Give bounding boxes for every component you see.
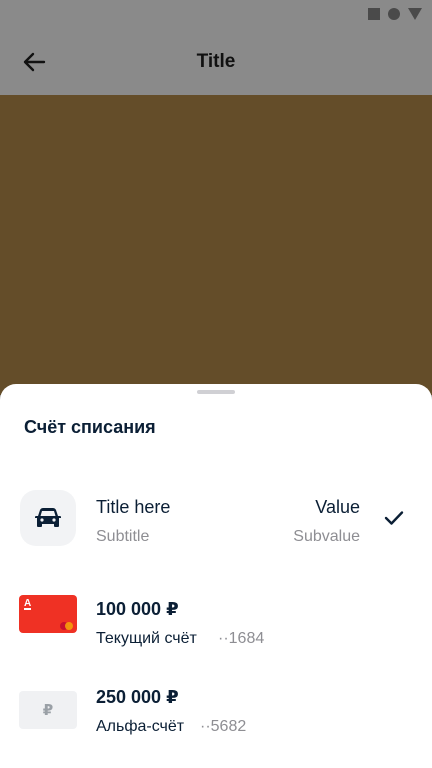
triangle-icon	[408, 8, 422, 20]
app-bar: Title	[0, 30, 432, 95]
item-title: Title here	[96, 497, 171, 517]
status-icons	[368, 8, 422, 20]
content-area	[0, 95, 432, 395]
account-name: Альфа-счёт	[96, 718, 185, 735]
item-subvalue: Subvalue	[293, 528, 360, 545]
car-icon-container	[20, 490, 76, 546]
square-icon	[368, 8, 380, 20]
item-value: Value	[315, 497, 360, 517]
account-amount: 250 000 ₽	[96, 687, 179, 707]
bottom-sheet: Счёт списания Title here Subtitle Value …	[0, 384, 432, 768]
car-icon	[35, 508, 61, 527]
checkmark-icon	[384, 511, 404, 525]
account-number: ··1684	[218, 630, 265, 647]
circle-icon	[388, 8, 400, 20]
account-number: ··5682	[200, 718, 247, 735]
account-name: Текущий счёт	[96, 630, 197, 647]
list-item-title-here[interactable]: Title here Subtitle Value Subvalue	[0, 488, 432, 552]
item-subtitle: Subtitle	[96, 528, 150, 545]
sheet-title: Счёт списания	[24, 417, 156, 437]
ruble-icon: ₽	[19, 691, 77, 729]
account-amount: 100 000 ₽	[96, 599, 179, 619]
status-bar	[0, 0, 432, 30]
alfa-card-icon: A	[19, 595, 77, 633]
sheet-grabber[interactable]	[197, 390, 235, 394]
list-item-current-account[interactable]: A 100 000 ₽ Текущий счёт ··1684	[0, 592, 432, 648]
page-title: Title	[196, 51, 236, 72]
list-item-alfa-account[interactable]: ₽ 250 000 ₽ Альфа-счёт ··5682	[0, 684, 432, 740]
